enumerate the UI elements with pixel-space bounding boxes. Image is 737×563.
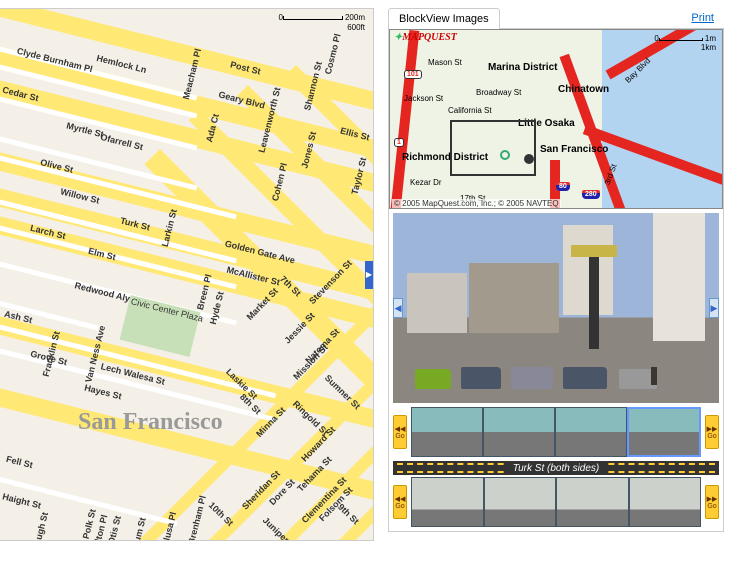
strip-scroll-right[interactable]: ▶▶Go xyxy=(705,415,719,449)
thumbnail-strip-top: ◀◀Go ▶▶Go xyxy=(393,407,719,457)
street-label: Haight St xyxy=(1,491,42,510)
street-label: California St xyxy=(448,106,492,115)
sign-pole xyxy=(589,249,599,349)
water xyxy=(602,30,722,209)
street-label: Jackson St xyxy=(404,94,443,103)
street-label: Mason St xyxy=(428,58,462,67)
highway-shield: 1 xyxy=(394,138,404,147)
building xyxy=(653,213,705,341)
thumbnail-strip-bottom: ◀◀Go ▶▶Go xyxy=(393,477,719,527)
district-label: Marina District xyxy=(488,62,557,73)
location-pin xyxy=(500,150,510,160)
print-link[interactable]: Print xyxy=(691,12,714,24)
copyright: © 2005 MapQuest.com, Inc.; © 2005 NAVTEQ xyxy=(392,199,561,208)
car xyxy=(415,369,451,389)
blockview-main: ◀ ▶ xyxy=(393,213,719,403)
city-label: San Francisco xyxy=(540,144,608,155)
thumbnail[interactable] xyxy=(555,407,627,457)
street-label: Cosmo Pl xyxy=(323,33,343,76)
map-scale: 0200m 600ft xyxy=(279,13,365,33)
car xyxy=(563,367,607,389)
strip-scroll-left[interactable]: ◀◀Go xyxy=(393,485,407,519)
map-canvas[interactable]: Post St Geary Blvd Ofarrell St Turk St G… xyxy=(0,9,373,540)
thumbnail[interactable] xyxy=(483,407,555,457)
car xyxy=(511,367,553,389)
street-label: Redwood Aly xyxy=(74,280,131,303)
interstate-shield: 280 xyxy=(582,190,600,199)
tab-blockview[interactable]: BlockView Images xyxy=(388,8,500,29)
next-photo-button[interactable]: ▶ xyxy=(709,298,719,318)
street-label: Hayes St xyxy=(83,383,122,402)
thumbnail[interactable] xyxy=(556,477,629,527)
building xyxy=(407,273,467,333)
mapquest-logo: ✦MAPQUEST xyxy=(394,32,457,43)
interstate-shield: 80 xyxy=(556,182,570,191)
thumbnail-active[interactable] xyxy=(627,407,701,457)
street-label: 9th St xyxy=(336,502,361,527)
thumbnail[interactable] xyxy=(484,477,557,527)
street-label: Fell St xyxy=(5,454,34,470)
street-label: Broadway St xyxy=(476,88,521,97)
sign xyxy=(571,245,617,257)
location-pin xyxy=(524,154,534,164)
main-map[interactable]: Post St Geary Blvd Ofarrell St Turk St G… xyxy=(0,8,374,541)
pedestrian xyxy=(651,367,657,385)
tabs-bar: BlockView Images xyxy=(388,8,724,29)
overview-scale: 01m 1km xyxy=(654,34,716,52)
thumbnail[interactable] xyxy=(411,407,483,457)
road-divider: Turk St (both sides) xyxy=(393,461,719,475)
expand-map-button[interactable]: ▶ xyxy=(365,261,373,289)
viewport-rect[interactable] xyxy=(450,120,536,176)
street-label: Gough St xyxy=(30,511,50,541)
district-label: Chinatown xyxy=(558,84,609,95)
building xyxy=(469,263,559,333)
overview-map[interactable]: ✦MAPQUEST 01m 1km Marina District Chinat… xyxy=(389,29,723,209)
building xyxy=(563,225,613,315)
strip-scroll-left[interactable]: ◀◀Go xyxy=(393,415,407,449)
prev-photo-button[interactable]: ◀ xyxy=(393,298,403,318)
street-label: 10th St xyxy=(207,500,236,528)
car xyxy=(461,367,501,389)
street-label: Kezar Dr xyxy=(410,178,442,187)
strip-scroll-right[interactable]: ▶▶Go xyxy=(705,485,719,519)
highway-shield: 101 xyxy=(404,70,422,79)
street-photo[interactable] xyxy=(407,213,705,403)
thumbnail[interactable] xyxy=(629,477,702,527)
thumbnail[interactable] xyxy=(411,477,484,527)
